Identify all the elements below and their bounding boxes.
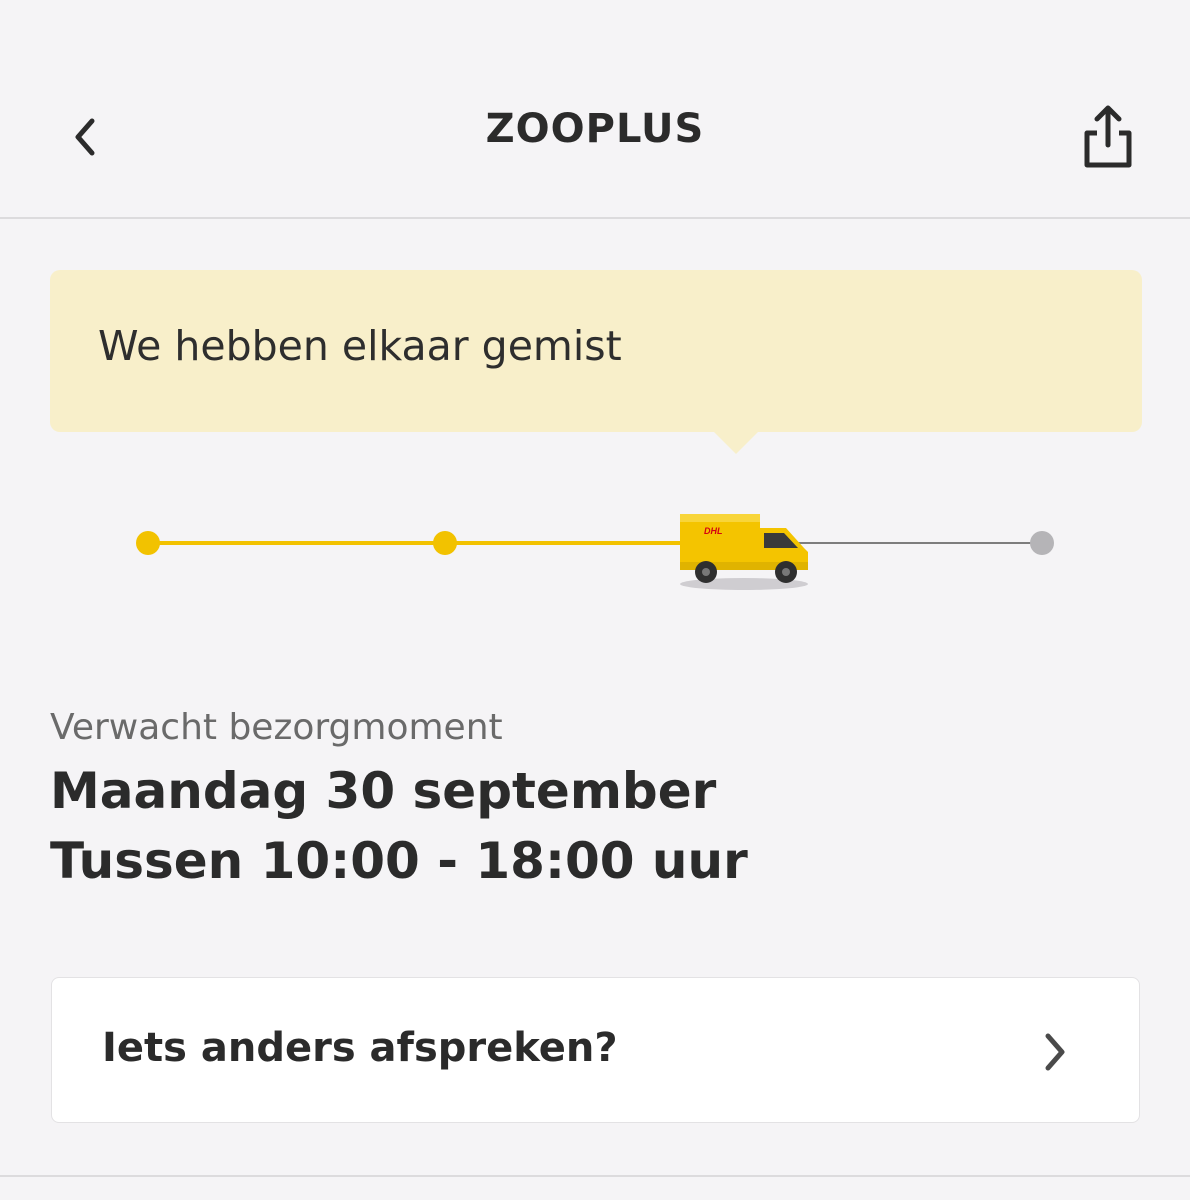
dhl-van-icon: DHL (680, 514, 808, 590)
expected-delivery-date: Maandag 30 september (50, 762, 717, 820)
chevron-right-icon (1045, 1033, 1065, 1071)
share-button[interactable] (1075, 98, 1141, 174)
status-message: We hebben elkaar gemist (98, 322, 622, 370)
status-banner: We hebben elkaar gemist (50, 270, 1142, 454)
app-header: ZOOPLUS (0, 0, 1190, 219)
reschedule-button[interactable]: Iets anders afspreken? (51, 977, 1140, 1123)
progress-step-2 (433, 531, 457, 555)
banner-pointer (712, 430, 760, 454)
share-icon (1084, 105, 1132, 168)
svg-text:DHL: DHL (704, 526, 723, 536)
expected-delivery-time: Tussen 10:00 - 18:00 uur (50, 832, 748, 890)
bottom-divider (0, 1175, 1190, 1177)
progress-track-completed (148, 541, 708, 545)
progress-step-4 (1030, 531, 1054, 555)
progress-track-remaining (780, 542, 1042, 544)
expected-delivery-label: Verwacht bezorgmoment (50, 707, 503, 748)
progress-step-1 (136, 531, 160, 555)
delivery-progress-tracker: DHL (0, 490, 1190, 590)
reschedule-label: Iets anders afspreken? (102, 1025, 618, 1071)
page-title: ZOOPLUS (485, 106, 705, 152)
